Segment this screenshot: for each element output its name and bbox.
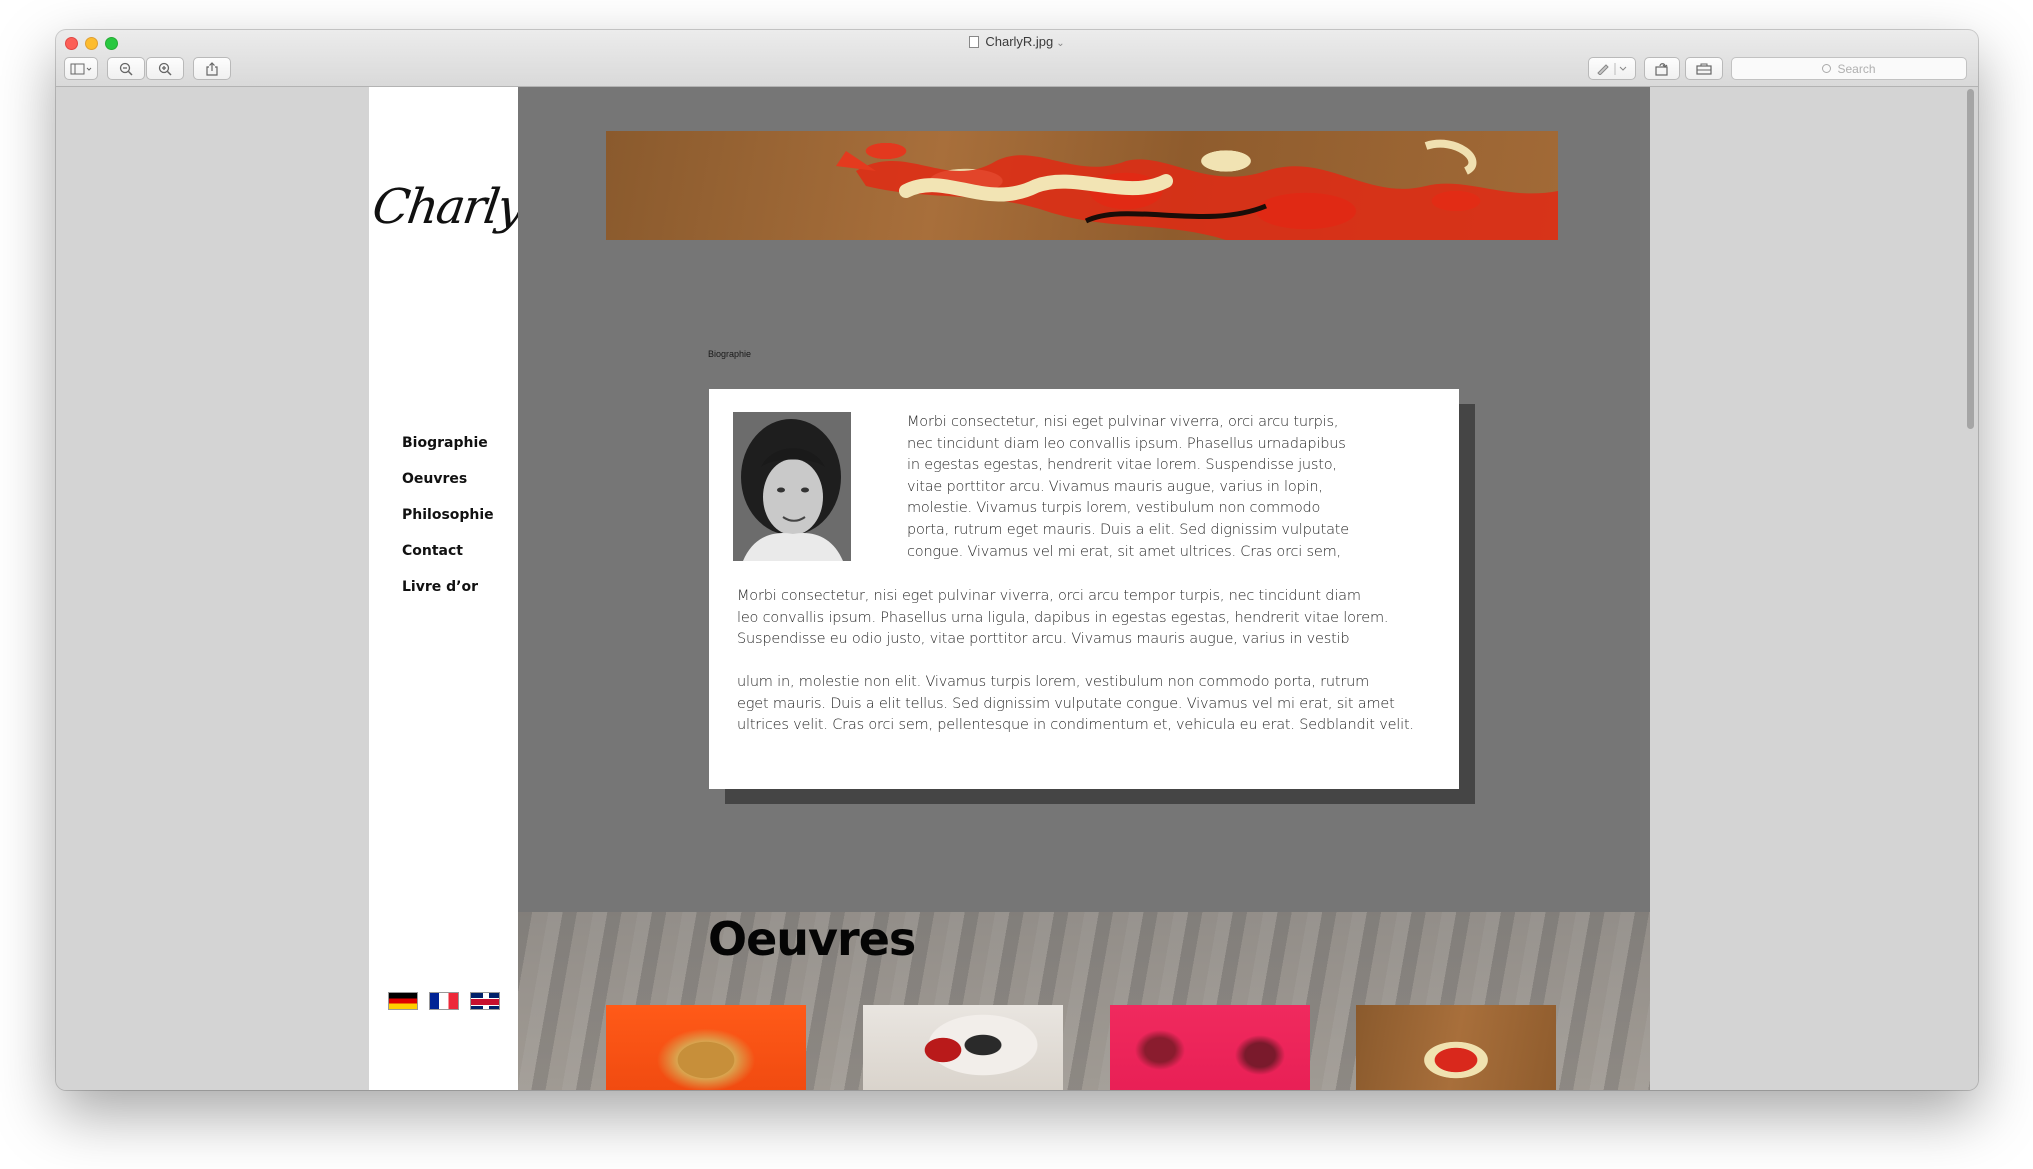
title-bar: CharlyR.jpg ⌄ Search	[56, 30, 1978, 87]
nav-biographie[interactable]: Biographie	[402, 434, 494, 470]
nav-contact[interactable]: Contact	[402, 542, 494, 578]
oeuvres-heading: Oeuvres	[708, 912, 916, 966]
image-file-icon	[969, 36, 980, 48]
site-nav: Biographie Oeuvres Philosophie Contact L…	[402, 434, 494, 614]
zoom-out-button[interactable]	[107, 57, 145, 80]
artwork-thumbnail-orange[interactable]	[606, 1005, 806, 1090]
site-main: Biographie Morbi consectetur, nisi eget …	[518, 87, 1650, 1090]
french-flag-icon[interactable]	[429, 992, 459, 1010]
site-sidebar: CharlyR Biographie Oeuvres Philosophie C…	[369, 87, 561, 1090]
artist-portrait-photo	[733, 412, 851, 561]
website-screenshot: CharlyR Biographie Oeuvres Philosophie C…	[369, 87, 1650, 1090]
rotate-icon	[1655, 62, 1668, 76]
biography-paragraph-1: Morbi consectetur, nisi eget pulvinar vi…	[907, 414, 1350, 560]
rotate-button[interactable]	[1644, 57, 1680, 80]
chevron-down-icon: ⌄	[1056, 38, 1065, 49]
share-button[interactable]	[193, 57, 231, 80]
biography-card: Morbi consectetur, nisi eget pulvinar vi…	[709, 389, 1459, 789]
oeuvres-section: Oeuvres	[518, 912, 1650, 1090]
document-title-text: CharlyR.jpg	[985, 34, 1054, 49]
markup-button[interactable]	[1588, 57, 1636, 80]
language-switcher	[388, 992, 500, 1010]
search-icon	[1822, 64, 1832, 73]
vertical-scrollbar[interactable]	[1967, 89, 1974, 429]
search-field[interactable]: Search	[1731, 57, 1967, 80]
nav-livre-dor[interactable]: Livre d’or	[402, 578, 494, 614]
toolbox-icon	[1696, 63, 1712, 75]
section-label-biographie: Biographie	[708, 349, 752, 359]
sidebar-icon	[70, 63, 92, 74]
artwork-thumbnail-pink[interactable]	[1110, 1005, 1310, 1090]
preview-window: CharlyR.jpg ⌄ Search CharlyR Biographie …	[56, 30, 1978, 1090]
portrait-image	[733, 412, 851, 561]
biography-paragraph-3: ulum in, molestie non elit. Vivamus turp…	[737, 674, 1414, 734]
nav-oeuvres[interactable]: Oeuvres	[402, 470, 494, 506]
zoom-in-button[interactable]	[146, 57, 184, 80]
artwork-thumbnail-white-red[interactable]	[863, 1005, 1063, 1090]
pen-icon	[1597, 62, 1627, 75]
artwork-thumbnail-brown-red[interactable]	[1356, 1005, 1556, 1090]
banner-brushstrokes	[836, 139, 1558, 240]
uk-flag-icon[interactable]	[470, 992, 500, 1010]
zoom-out-icon	[119, 62, 133, 76]
german-flag-icon[interactable]	[388, 992, 418, 1010]
share-icon	[206, 61, 218, 76]
biography-paragraph-2: Morbi consectetur, nisi eget pulvinar vi…	[737, 588, 1389, 648]
document-title[interactable]: CharlyR.jpg ⌄	[56, 34, 1978, 49]
toolbox-button[interactable]	[1685, 57, 1723, 80]
zoom-in-icon	[158, 62, 172, 76]
nav-philosophie[interactable]: Philosophie	[402, 506, 494, 542]
search-placeholder: Search	[1837, 61, 1876, 76]
sidebar-toggle-button[interactable]	[64, 57, 98, 80]
header-banner-painting	[606, 131, 1558, 240]
image-viewport[interactable]: CharlyR Biographie Oeuvres Philosophie C…	[56, 87, 1978, 1090]
